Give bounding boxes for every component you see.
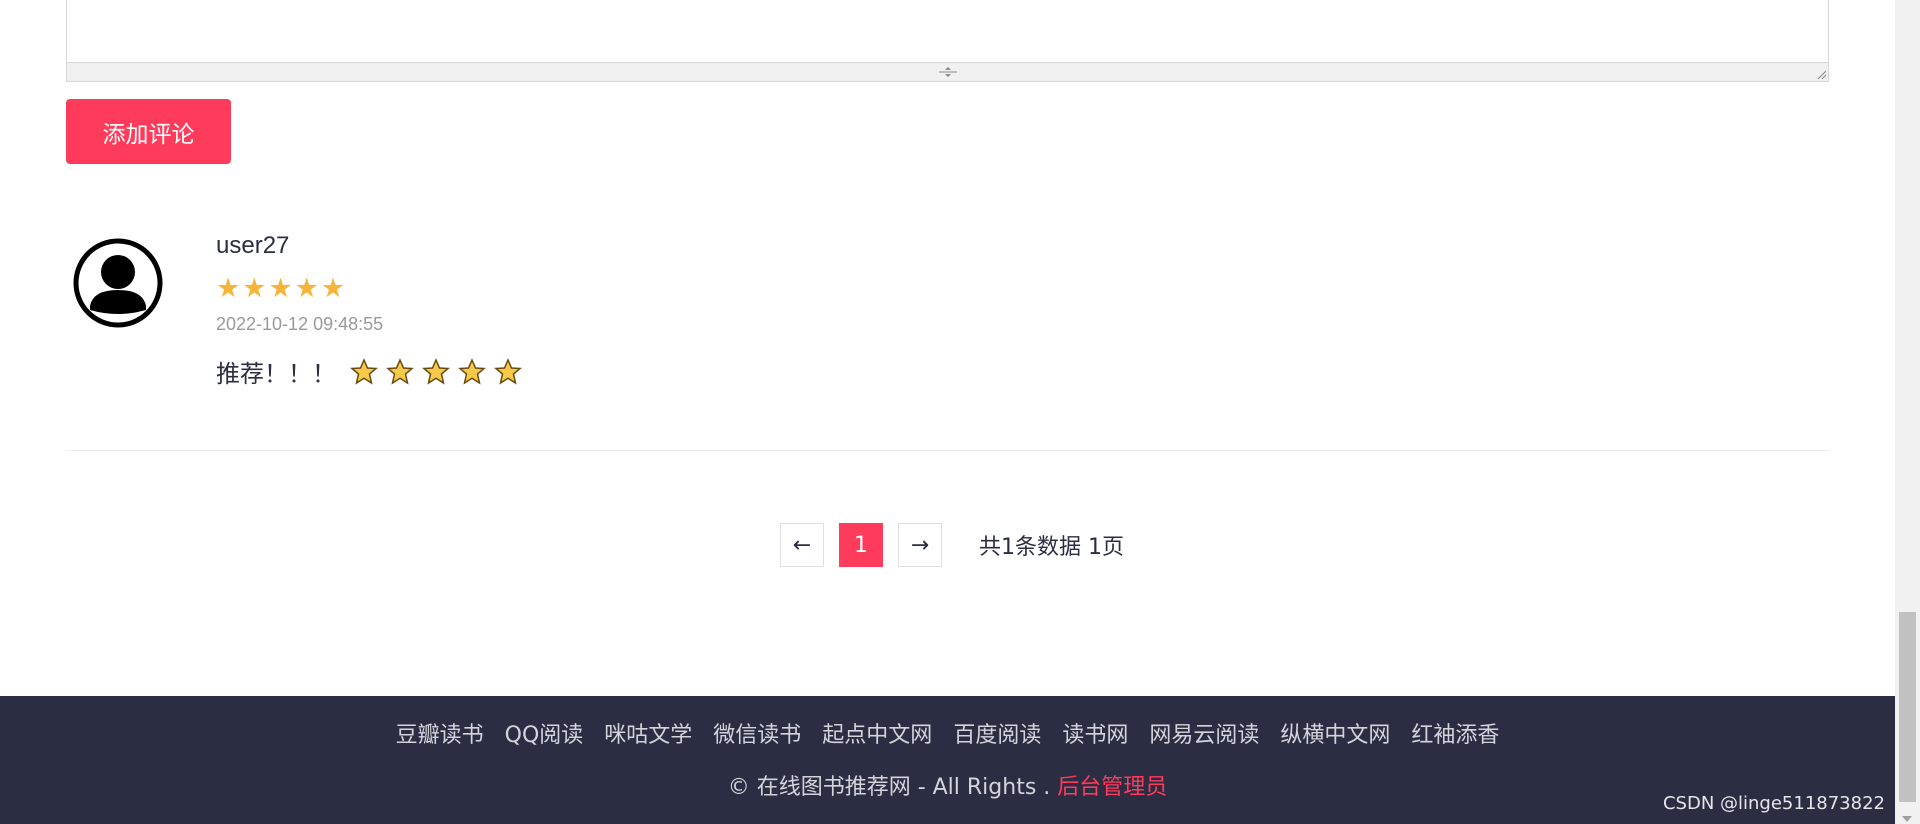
copyright-text: © 在线图书推荐网 - All Rights . [727,775,1058,800]
star-icon: ★ [216,273,241,304]
pagination-summary: 共1条数据 1页 [979,535,1124,560]
footer-link-migu[interactable]: 咪咕文学 [604,717,692,749]
editor-resize-bar[interactable] [67,62,1828,81]
comment-item: user27 ★ ★ ★ ★ ★ 2022-10-12 09:48:55 推荐！… [66,228,1829,451]
star-emoji-icon [458,357,486,385]
footer-link-dushu[interactable]: 读书网 [1062,717,1128,749]
star-icon: ★ [320,273,346,304]
prev-page-button[interactable]: ← [780,523,824,567]
footer-links: 豆瓣读书 QQ阅读 咪咕文学 微信读书 起点中文网 百度阅读 读书网 网易云阅读… [0,717,1895,749]
page-number-button[interactable]: 1 [839,523,883,567]
footer-link-hongxiu[interactable]: 红袖添香 [1411,717,1499,749]
emoji-stars [350,357,522,386]
vertical-scrollbar[interactable] [1895,0,1920,824]
comment-textarea[interactable] [66,0,1829,82]
scrollbar-thumb[interactable] [1899,612,1916,802]
pagination: ← 1 → 共1条数据 1页 [780,522,1124,568]
star-emoji-icon [494,357,522,385]
resize-grip-icon[interactable] [937,66,959,78]
comment-text: 推荐！！！ [216,360,336,388]
page: 添加评论 user27 ★ ★ ★ ★ ★ 2022-10-12 09:48:5… [0,0,1895,824]
footer-link-qq-reading[interactable]: QQ阅读 [505,717,584,749]
rating-stars: ★ ★ ★ ★ ★ [216,275,345,302]
footer: 豆瓣读书 QQ阅读 咪咕文学 微信读书 起点中文网 百度阅读 读书网 网易云阅读… [0,696,1895,824]
watermark: CSDN @linge511873822 [1662,793,1885,814]
add-comment-button[interactable]: 添加评论 [66,99,231,164]
next-page-button[interactable]: → [898,523,942,567]
comment-timestamp: 2022-10-12 09:48:55 [216,314,384,334]
footer-link-baidu-reading[interactable]: 百度阅读 [953,717,1041,749]
footer-link-qidian[interactable]: 起点中文网 [822,717,932,749]
star-emoji-icon [350,357,378,385]
comment-username: user27 [216,232,290,259]
footer-link-netease[interactable]: 网易云阅读 [1149,717,1259,749]
star-icon: ★ [268,273,293,304]
star-emoji-icon [386,357,414,385]
scroll-down-icon[interactable] [1902,816,1912,822]
footer-link-douban[interactable]: 豆瓣读书 [396,717,484,749]
star-emoji-icon [422,357,450,385]
footer-link-wechat-reading[interactable]: 微信读书 [713,717,801,749]
corner-resize-icon[interactable] [1816,69,1826,79]
copyright-line: © 在线图书推荐网 - All Rights . 后台管理员 [0,769,1895,801]
user-avatar-icon [73,238,163,328]
admin-link[interactable]: 后台管理员 [1057,775,1167,800]
comment-body: 推荐！！！ [216,354,522,389]
star-icon: ★ [294,273,319,304]
footer-link-zongheng[interactable]: 纵横中文网 [1280,717,1390,749]
star-icon: ★ [242,273,267,304]
